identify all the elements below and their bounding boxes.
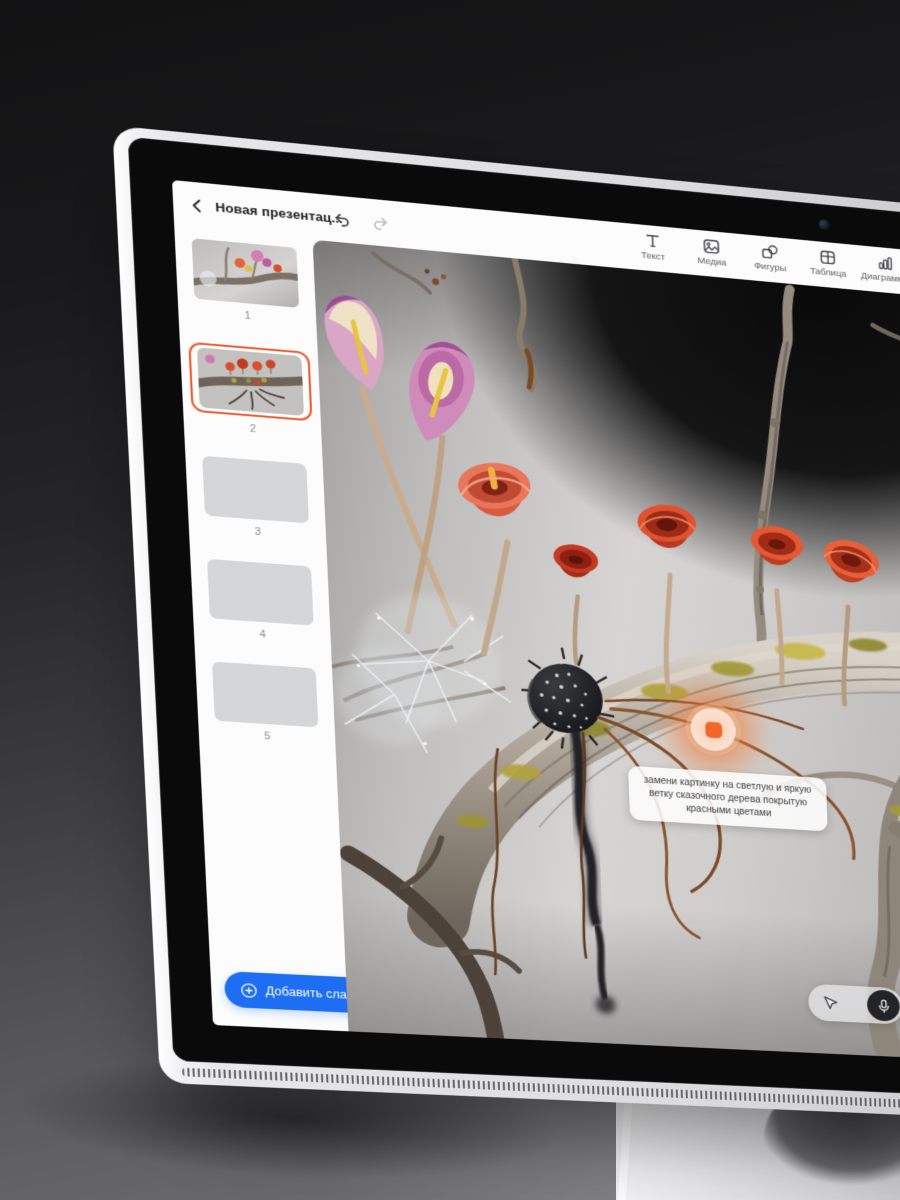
- slide-canvas[interactable]: замени картинку на светлую и яркую ветку…: [312, 239, 900, 1061]
- slide-number: 2: [249, 422, 257, 436]
- toolbar-item-shapes[interactable]: Фигуры: [749, 240, 791, 274]
- monitor: Новая презентац... Текст Медиа Фигуры Та…: [112, 125, 900, 1120]
- back-button chevron-left-icon[interactable]: [187, 196, 207, 215]
- toolbar-item-text[interactable]: Текст: [631, 229, 674, 263]
- document-title: Новая презентац...: [214, 199, 344, 227]
- slide-1-thumbnail: [191, 238, 300, 308]
- presentation-app: Новая презентац... Текст Медиа Фигуры Та…: [172, 180, 900, 1061]
- pink-lily: [399, 334, 481, 451]
- slide-item-1[interactable]: 1: [175, 237, 317, 328]
- toolbar-item-table[interactable]: Таблица: [807, 246, 849, 280]
- toolbar-item-charts[interactable]: Диаграммы: [861, 251, 900, 286]
- slide-4-thumbnail-empty: [207, 558, 314, 626]
- toolbar-item-label: Текст: [641, 250, 666, 263]
- stop-record-icon: [704, 721, 722, 738]
- slide-item-5[interactable]: 5: [195, 660, 335, 746]
- slide-3-thumbnail-empty: [202, 455, 309, 524]
- toolbar-item-label: Диаграммы: [860, 270, 900, 286]
- slide-list: 1 2 3 4 5: [174, 227, 335, 746]
- slide-number: 5: [263, 730, 271, 743]
- cursor-icon[interactable]: [821, 994, 839, 1011]
- media-icon: [701, 236, 722, 257]
- slide-number: 1: [244, 309, 252, 323]
- plus-circle-icon: [240, 982, 258, 999]
- frost-cluster: [328, 589, 513, 759]
- toolbar-item-media[interactable]: Медиа: [690, 235, 733, 269]
- table-icon: [818, 247, 838, 268]
- pink-lily: [313, 290, 402, 395]
- salmon-trumpet-flower: [454, 461, 536, 518]
- pointer-mic-pill: [807, 983, 900, 1025]
- slide-item-4[interactable]: 4: [190, 558, 331, 645]
- voice-prompt-text: замени картинку на светлую и яркую ветку…: [643, 775, 812, 819]
- red-trumpet-flower: [820, 533, 883, 588]
- toolbar-item-label: Таблица: [809, 265, 847, 280]
- photo-backdrop: Новая презентац... Текст Медиа Фигуры Та…: [0, 0, 900, 1200]
- shapes-icon: [760, 241, 780, 262]
- slide-item-3[interactable]: 3: [185, 454, 326, 542]
- microphone-button[interactable]: [866, 989, 900, 1022]
- slide-number: 3: [254, 525, 262, 538]
- slide-2-thumbnail: [196, 347, 305, 416]
- charts-icon: [875, 252, 895, 273]
- monitor-bezel: Новая презентац... Текст Медиа Фигуры Та…: [127, 136, 900, 1098]
- slide-item-2-selected[interactable]: 2: [180, 341, 322, 440]
- redo-button redo-arrow-icon[interactable]: [370, 213, 390, 233]
- slide-5-thumbnail-empty: [212, 661, 319, 728]
- red-trumpet-flower: [552, 540, 600, 580]
- text-icon: [642, 230, 663, 251]
- slide-photo-fantasy-branch: [313, 240, 900, 1060]
- toolbar-item-label: Медиа: [697, 255, 727, 269]
- webcam-dot: [818, 218, 830, 231]
- microphone-icon: [875, 997, 892, 1013]
- slide-number: 4: [259, 628, 266, 641]
- red-trumpet-flower: [636, 504, 699, 549]
- toolbar-item-label: Фигуры: [753, 260, 787, 275]
- selection-ring: [188, 341, 313, 422]
- undo-button undo-arrow-icon[interactable]: [332, 210, 353, 230]
